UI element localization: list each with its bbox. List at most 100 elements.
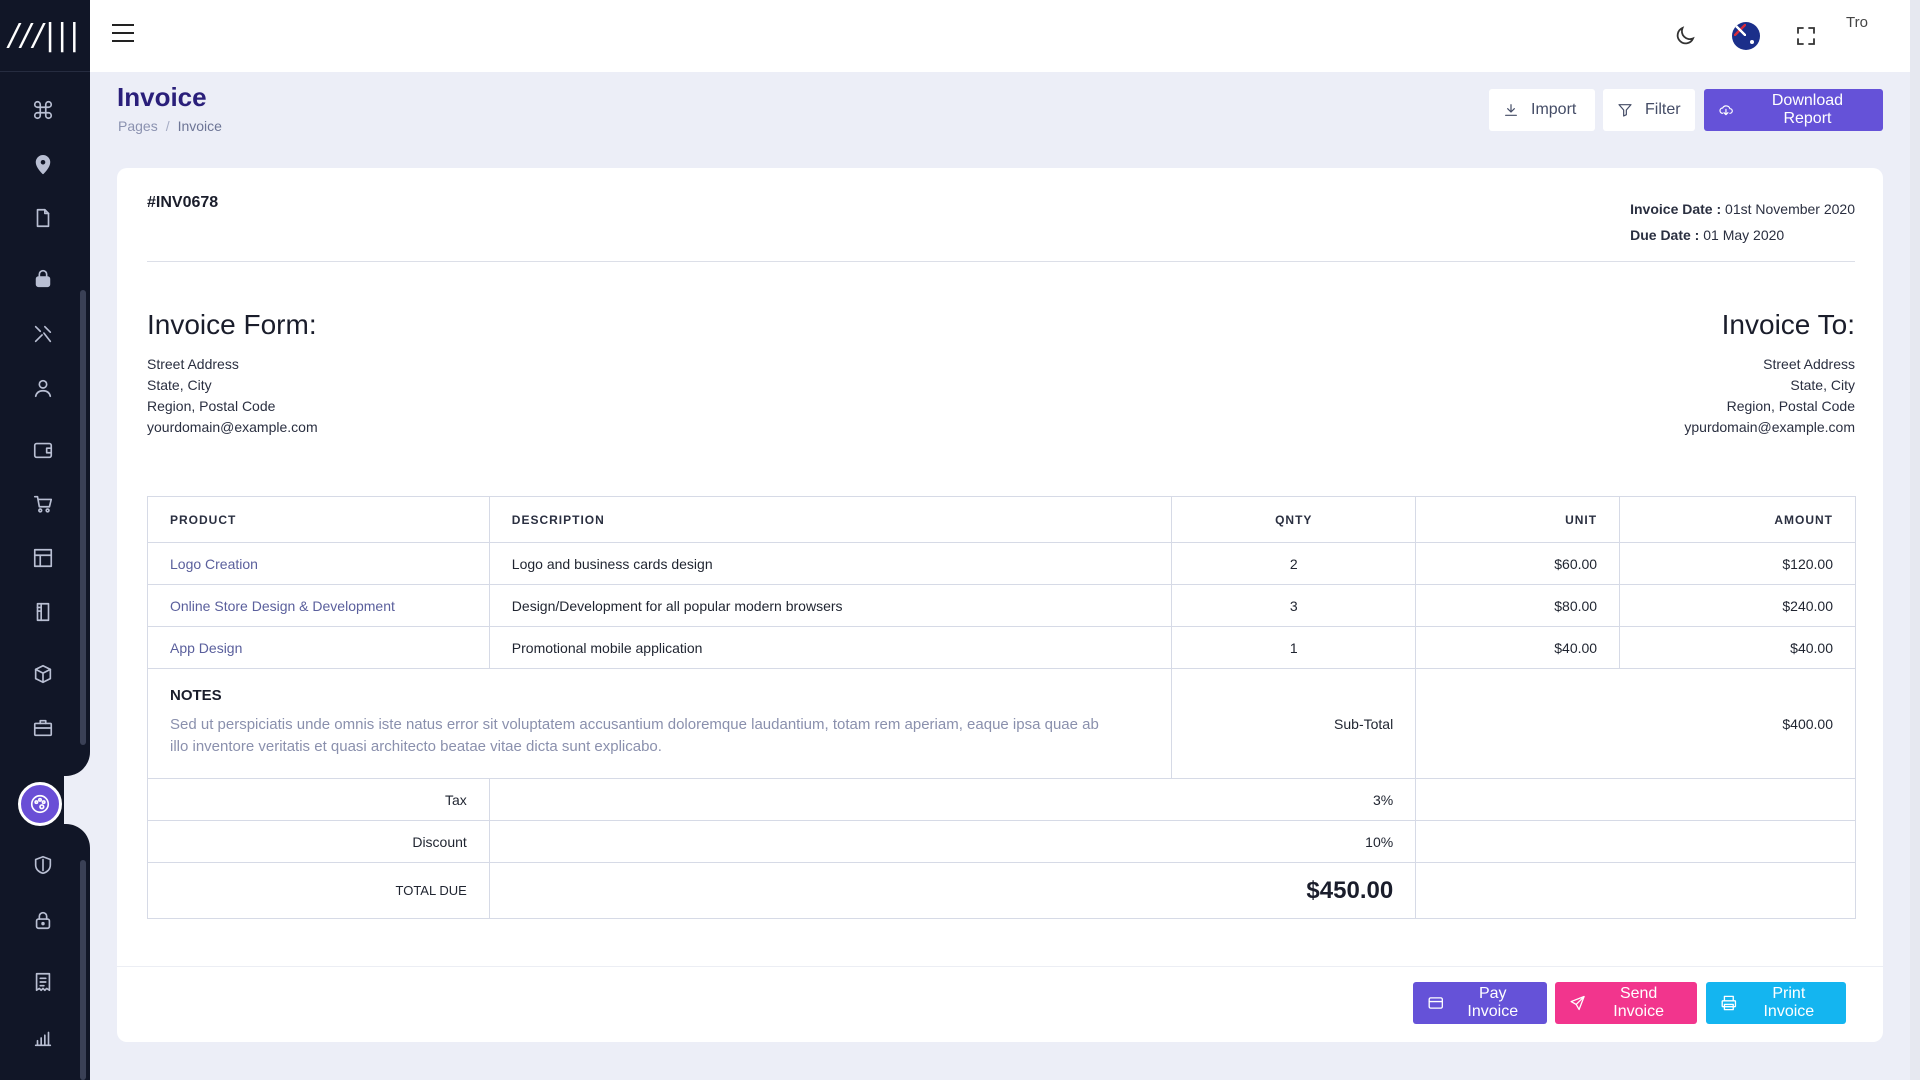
brand-logo[interactable]: ///||| [0, 0, 90, 72]
discount-label: Discount [147, 820, 490, 863]
layout-icon[interactable] [0, 538, 86, 578]
from-email: yourdomain@example.com [147, 419, 318, 435]
sidebar-scrollbar-lower[interactable] [80, 860, 86, 1080]
wallet-icon[interactable] [0, 430, 86, 470]
to-address-line: State, City [1790, 377, 1855, 393]
receipt-icon[interactable] [0, 962, 86, 1002]
palette-icon[interactable] [18, 782, 62, 826]
send-invoice-button[interactable]: Send Invoice [1555, 982, 1697, 1024]
filter-button[interactable]: Filter [1603, 89, 1695, 131]
product-qty: 2 [1171, 542, 1417, 585]
lock-icon[interactable] [0, 258, 86, 298]
to-email: ypurdomain@example.com [1684, 419, 1855, 435]
product-unit: $60.00 [1415, 542, 1621, 585]
book-icon[interactable] [0, 592, 86, 632]
product-name: Online Store Design & Development [147, 584, 490, 627]
notes-text: Sed ut perspiciatis unde omnis iste natu… [170, 716, 1099, 755]
cloud-download-icon [1719, 105, 1733, 116]
invoice-card: #INV0678 Invoice Date : 01st November 20… [117, 168, 1883, 1042]
total-due-label: TOTAL DUE [147, 862, 490, 919]
from-address-line: State, City [147, 377, 212, 393]
total-row: TOTAL DUE $450.00 [147, 862, 1856, 919]
product-amount: $240.00 [1619, 584, 1856, 627]
sidebar: ///||| [0, 0, 90, 1080]
box-icon[interactable] [0, 654, 86, 694]
send-invoice-label: Send Invoice [1613, 985, 1664, 1020]
filter-label: Filter [1645, 101, 1681, 118]
tax-value: 3% [488, 778, 1417, 821]
file-icon[interactable] [0, 198, 86, 238]
invoice-to: Invoice To: Street Address State, City R… [1684, 308, 1855, 438]
table-row: Online Store Design & Development Design… [147, 584, 1856, 627]
tools-icon[interactable] [0, 314, 86, 354]
fullscreen-toggle[interactable] [1794, 18, 1818, 54]
column-header-amount: AMOUNT [1619, 496, 1856, 543]
invoice-table: PRODUCT DESCRIPTION QNTY UNIT AMOUNT Log… [146, 496, 1856, 919]
breadcrumb-current: Invoice [177, 118, 222, 134]
breadcrumb-link-pages[interactable]: Pages [118, 118, 158, 134]
invoice-number: #INV0678 [147, 194, 219, 211]
invoice-date-label: Invoice Date : [1630, 201, 1722, 217]
avatar[interactable]: Tro [1846, 14, 1868, 50]
page-title: Invoice [117, 82, 207, 112]
padlock-icon[interactable] [0, 900, 86, 940]
tax-empty-cell [1415, 778, 1856, 821]
product-qty: 3 [1171, 584, 1417, 627]
invoice-from-heading: Invoice Form: [147, 309, 317, 340]
to-address-line: Street Address [1763, 356, 1855, 372]
tax-label: Tax [147, 778, 490, 821]
shield-icon[interactable] [0, 845, 86, 885]
page-scrollbar[interactable] [1910, 0, 1920, 1080]
card-footer-divider [117, 966, 1883, 967]
filter-icon [1618, 104, 1632, 117]
divider [147, 261, 1855, 262]
tax-row: Tax 3% [147, 778, 1856, 821]
due-date-value: 01 May 2020 [1703, 227, 1785, 243]
invoice-date-row: Invoice Date : 01st November 2020 [1630, 196, 1855, 222]
notes-title: NOTES [170, 687, 222, 704]
moon-icon [1676, 26, 1695, 45]
product-amount: $40.00 [1619, 626, 1856, 669]
due-date-label: Due Date : [1630, 227, 1700, 243]
notes-subtotal-row: NOTES Sed ut perspiciatis unde omnis ist… [146, 668, 1856, 779]
product-name: Logo Creation [147, 542, 490, 585]
invoice-to-heading: Invoice To: [1721, 309, 1855, 340]
download-report-label: Download Report [1771, 92, 1844, 127]
product-description: Promotional mobile application [488, 626, 1173, 669]
briefcase-icon[interactable] [0, 708, 86, 748]
product-unit: $40.00 [1415, 626, 1621, 669]
column-header-qty: QNTY [1171, 496, 1417, 543]
dark-mode-toggle[interactable] [1673, 18, 1697, 54]
table-row: App Design Promotional mobile applicatio… [147, 626, 1856, 669]
due-date-row: Due Date : 01 May 2020 [1630, 222, 1855, 248]
send-icon [1570, 995, 1585, 1011]
download-report-button[interactable]: Download Report [1704, 89, 1883, 131]
menu-toggle-icon[interactable] [112, 24, 136, 48]
table-row: Logo Creation Logo and business cards de… [147, 542, 1856, 585]
map-pin-icon[interactable] [0, 145, 86, 185]
topbar: Tro [90, 0, 1910, 72]
sidebar-scrollbar[interactable] [80, 290, 86, 745]
pay-invoice-button[interactable]: Pay Invoice [1413, 982, 1547, 1024]
download-icon [1505, 104, 1517, 116]
product-unit: $80.00 [1415, 584, 1621, 627]
print-invoice-button[interactable]: Print Invoice [1706, 982, 1846, 1024]
total-due-value: $450.00 [1306, 876, 1394, 904]
import-button[interactable]: Import [1489, 89, 1595, 131]
column-header-product: PRODUCT [147, 496, 490, 543]
invoice-date-value: 01st November 2020 [1725, 201, 1855, 217]
product-qty: 1 [1171, 626, 1417, 669]
user-icon[interactable] [0, 368, 86, 408]
command-icon[interactable] [0, 90, 86, 130]
pay-invoice-label: Pay Invoice [1467, 985, 1519, 1020]
breadcrumb-separator: / [165, 118, 170, 134]
column-header-description: DESCRIPTION [488, 496, 1173, 543]
table-header-row: PRODUCT DESCRIPTION QNTY UNIT AMOUNT [147, 496, 1856, 543]
from-address-line: Street Address [147, 356, 239, 372]
cart-icon[interactable] [0, 484, 86, 524]
total-empty-cell [1415, 862, 1856, 919]
language-selector[interactable] [1732, 18, 1760, 54]
discount-row: Discount 10% [147, 820, 1856, 863]
bar-chart-icon[interactable] [0, 1018, 86, 1058]
brand-logo-text: ///||| [8, 18, 82, 53]
